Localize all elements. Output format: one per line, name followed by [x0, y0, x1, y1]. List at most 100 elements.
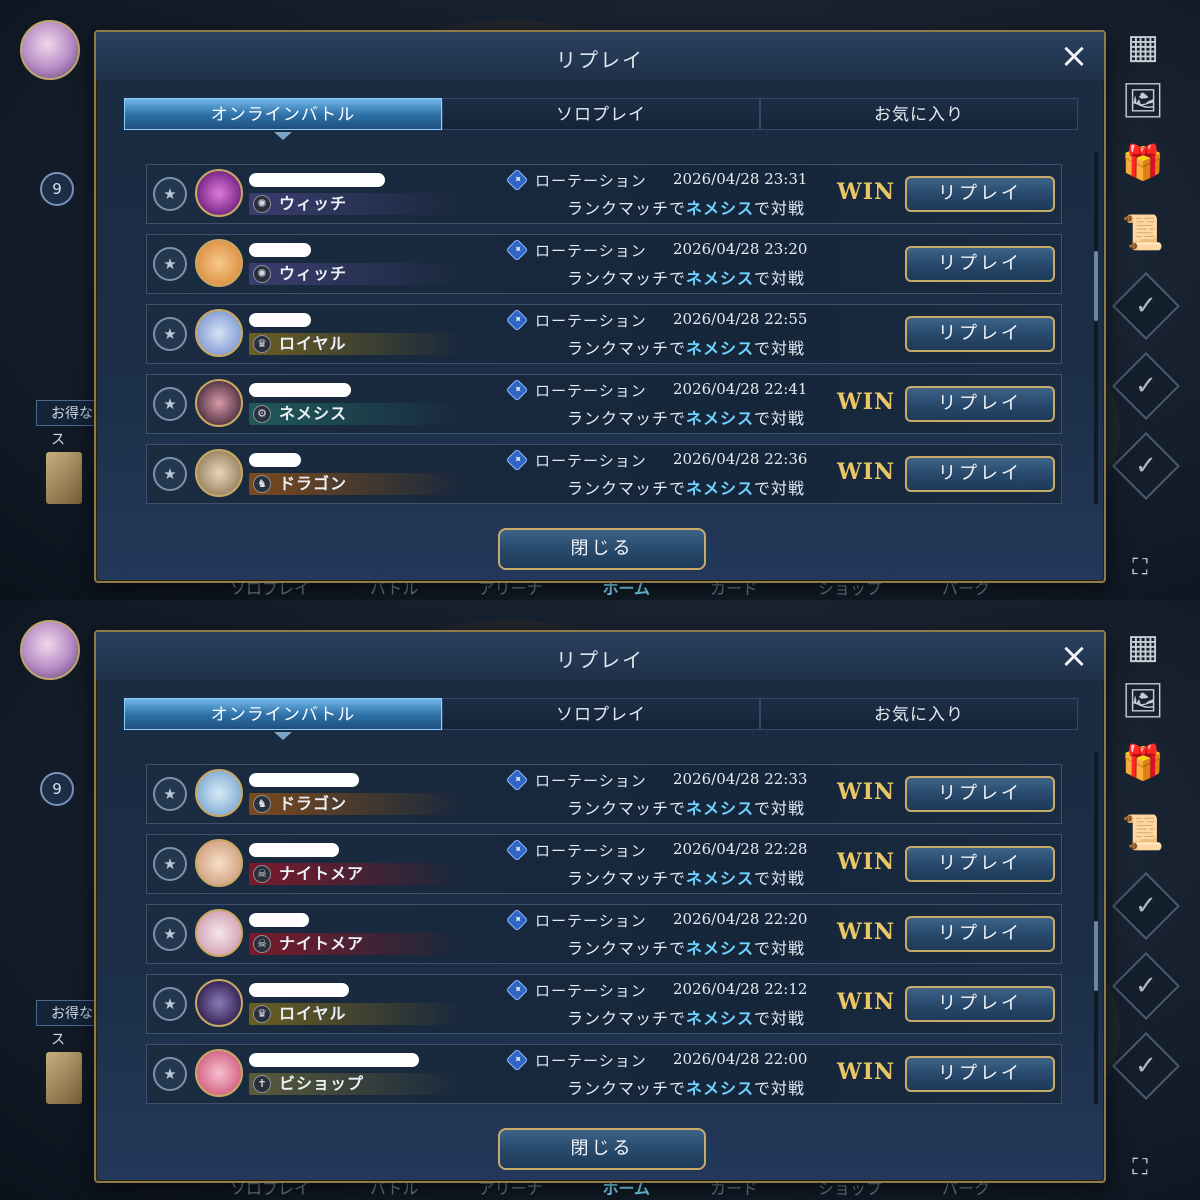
promo-card-thumbnail[interactable] — [46, 1052, 82, 1104]
rotation-format-icon: ✦ — [505, 238, 529, 262]
mission-check-button[interactable]: ✓ — [1112, 272, 1180, 340]
opponent-avatar — [195, 239, 243, 287]
format-name: ローテーション — [535, 982, 647, 1000]
mission-check-button[interactable]: ✓ — [1112, 352, 1180, 420]
format-name: ローテーション — [535, 772, 647, 790]
scroll-icon[interactable]: 📜 — [1120, 210, 1166, 256]
opponent-avatar — [195, 309, 243, 357]
gift-icon[interactable]: 🎁 — [1120, 740, 1166, 786]
my-class: ネメシス — [686, 1009, 755, 1028]
promo-card-thumbnail[interactable] — [46, 452, 82, 504]
close-button[interactable]: 閉じる — [498, 528, 706, 570]
mission-check-button[interactable]: ✓ — [1112, 952, 1180, 1020]
scrollbar[interactable] — [1094, 152, 1098, 504]
expand-icon[interactable]: ⛶ — [1128, 556, 1152, 580]
player-avatar[interactable] — [20, 620, 80, 680]
tab-online-battle[interactable]: オンラインバトル — [124, 98, 442, 130]
format-name: ローテーション — [535, 1052, 647, 1070]
replay-button[interactable]: リプレイ — [905, 316, 1055, 352]
close-icon[interactable]: × — [1058, 39, 1090, 73]
favorite-bookmark-button[interactable]: ★ — [153, 847, 187, 881]
tab-solo-play[interactable]: ソロプレイ — [442, 98, 760, 130]
opponent-name-redacted — [249, 243, 311, 257]
nav-item[interactable]: バトル — [370, 580, 418, 600]
image-edit-icon[interactable]: 🖼 — [1120, 78, 1166, 124]
nav-item[interactable]: ソロプレイ — [230, 580, 310, 600]
grid-icon[interactable]: ▦ — [1120, 624, 1166, 670]
witch-class-icon: ✺ — [253, 195, 271, 213]
favorite-bookmark-button[interactable]: ★ — [153, 917, 187, 951]
favorite-bookmark-button[interactable]: ★ — [153, 1057, 187, 1091]
tab-online-battle[interactable]: オンラインバトル — [124, 698, 442, 730]
result-win-label: WIN — [837, 849, 896, 875]
my-class: ネメシス — [686, 479, 755, 498]
replay-button[interactable]: リプレイ — [905, 246, 1055, 282]
bottom-navigation: ソロプレイ バトル アリーナ ホーム カード ショップ パーク — [230, 580, 990, 600]
nav-item[interactable]: アリーナ — [478, 580, 542, 600]
gift-icon[interactable]: 🎁 — [1120, 140, 1166, 186]
nav-item[interactable]: ホーム — [602, 580, 650, 600]
close-button[interactable]: 閉じる — [498, 1128, 706, 1170]
scrollbar-thumb[interactable] — [1094, 921, 1098, 991]
favorite-bookmark-button[interactable]: ★ — [153, 457, 187, 491]
scrollbar[interactable] — [1094, 752, 1098, 1104]
royal-crown-icon: ♛ — [253, 1005, 271, 1023]
nav-item[interactable]: ホーム — [602, 1180, 650, 1200]
replay-button[interactable]: リプレイ — [905, 916, 1055, 952]
replay-button[interactable]: リプレイ — [905, 986, 1055, 1022]
nav-item[interactable]: カード — [710, 580, 758, 600]
favorite-bookmark-button[interactable]: ★ — [153, 987, 187, 1021]
tab-favorites[interactable]: お気に入り — [760, 98, 1078, 130]
match-suffix: で対戦 — [754, 1079, 806, 1098]
mission-check-button[interactable]: ✓ — [1112, 872, 1180, 940]
class-name: ビショップ — [279, 1074, 365, 1093]
class-name: ウィッチ — [279, 194, 348, 213]
nav-item[interactable]: アリーナ — [478, 1180, 542, 1200]
bottom-navigation: ソロプレイ バトル アリーナ ホーム カード ショップ パーク — [230, 1180, 990, 1200]
nav-item[interactable]: カード — [710, 1180, 758, 1200]
bookmark-star-icon: ★ — [163, 785, 177, 803]
expand-icon[interactable]: ⛶ — [1128, 1156, 1152, 1180]
replay-button[interactable]: リプレイ — [905, 776, 1055, 812]
grid-icon[interactable]: ▦ — [1120, 24, 1166, 70]
replay-button[interactable]: リプレイ — [905, 846, 1055, 882]
match-suffix: で対戦 — [754, 799, 806, 818]
opponent-class-label: ⚙ ネメシス — [249, 403, 461, 425]
favorite-bookmark-button[interactable]: ★ — [153, 387, 187, 421]
mission-check-button[interactable]: ✓ — [1112, 1032, 1180, 1100]
nav-item[interactable]: バトル — [370, 1180, 418, 1200]
scroll-icon[interactable]: 📜 — [1120, 810, 1166, 856]
favorite-bookmark-button[interactable]: ★ — [153, 777, 187, 811]
opponent-name-redacted — [249, 173, 385, 187]
nav-item[interactable]: ショップ — [818, 1180, 882, 1200]
opponent-class-label: ♛ ロイヤル — [249, 1003, 461, 1025]
match-suffix: で対戦 — [754, 269, 806, 288]
class-name: ナイトメア — [279, 934, 365, 953]
tab-favorites[interactable]: お気に入り — [760, 698, 1078, 730]
dialog-title: リプレイ — [556, 648, 644, 672]
match-description: ランクマッチでネメシスで対戦 — [567, 265, 805, 289]
replay-button[interactable]: リプレイ — [905, 456, 1055, 492]
match-description: ランクマッチでネメシスで対戦 — [567, 475, 805, 499]
class-name: ロイヤル — [279, 1004, 347, 1023]
tab-solo-play[interactable]: ソロプレイ — [442, 698, 760, 730]
nav-item[interactable]: パーク — [942, 1180, 990, 1200]
opponent-class-label: ✝ ビショップ — [249, 1073, 461, 1095]
favorite-bookmark-button[interactable]: ★ — [153, 177, 187, 211]
close-icon[interactable]: × — [1058, 639, 1090, 673]
image-edit-icon[interactable]: 🖼 — [1120, 678, 1166, 724]
replay-button[interactable]: リプレイ — [905, 1056, 1055, 1092]
mission-check-button[interactable]: ✓ — [1112, 432, 1180, 500]
favorite-bookmark-button[interactable]: ★ — [153, 247, 187, 281]
my-class: ネメシス — [686, 799, 755, 818]
opponent-avatar — [195, 979, 243, 1027]
nav-item[interactable]: パーク — [942, 580, 990, 600]
favorite-bookmark-button[interactable]: ★ — [153, 317, 187, 351]
scrollbar-thumb[interactable] — [1094, 251, 1098, 321]
replay-button[interactable]: リプレイ — [905, 386, 1055, 422]
opponent-class-label: ☠ ナイトメア — [249, 933, 461, 955]
nav-item[interactable]: ショップ — [818, 580, 882, 600]
replay-button[interactable]: リプレイ — [905, 176, 1055, 212]
player-avatar[interactable] — [20, 20, 80, 80]
nav-item[interactable]: ソロプレイ — [230, 1180, 310, 1200]
